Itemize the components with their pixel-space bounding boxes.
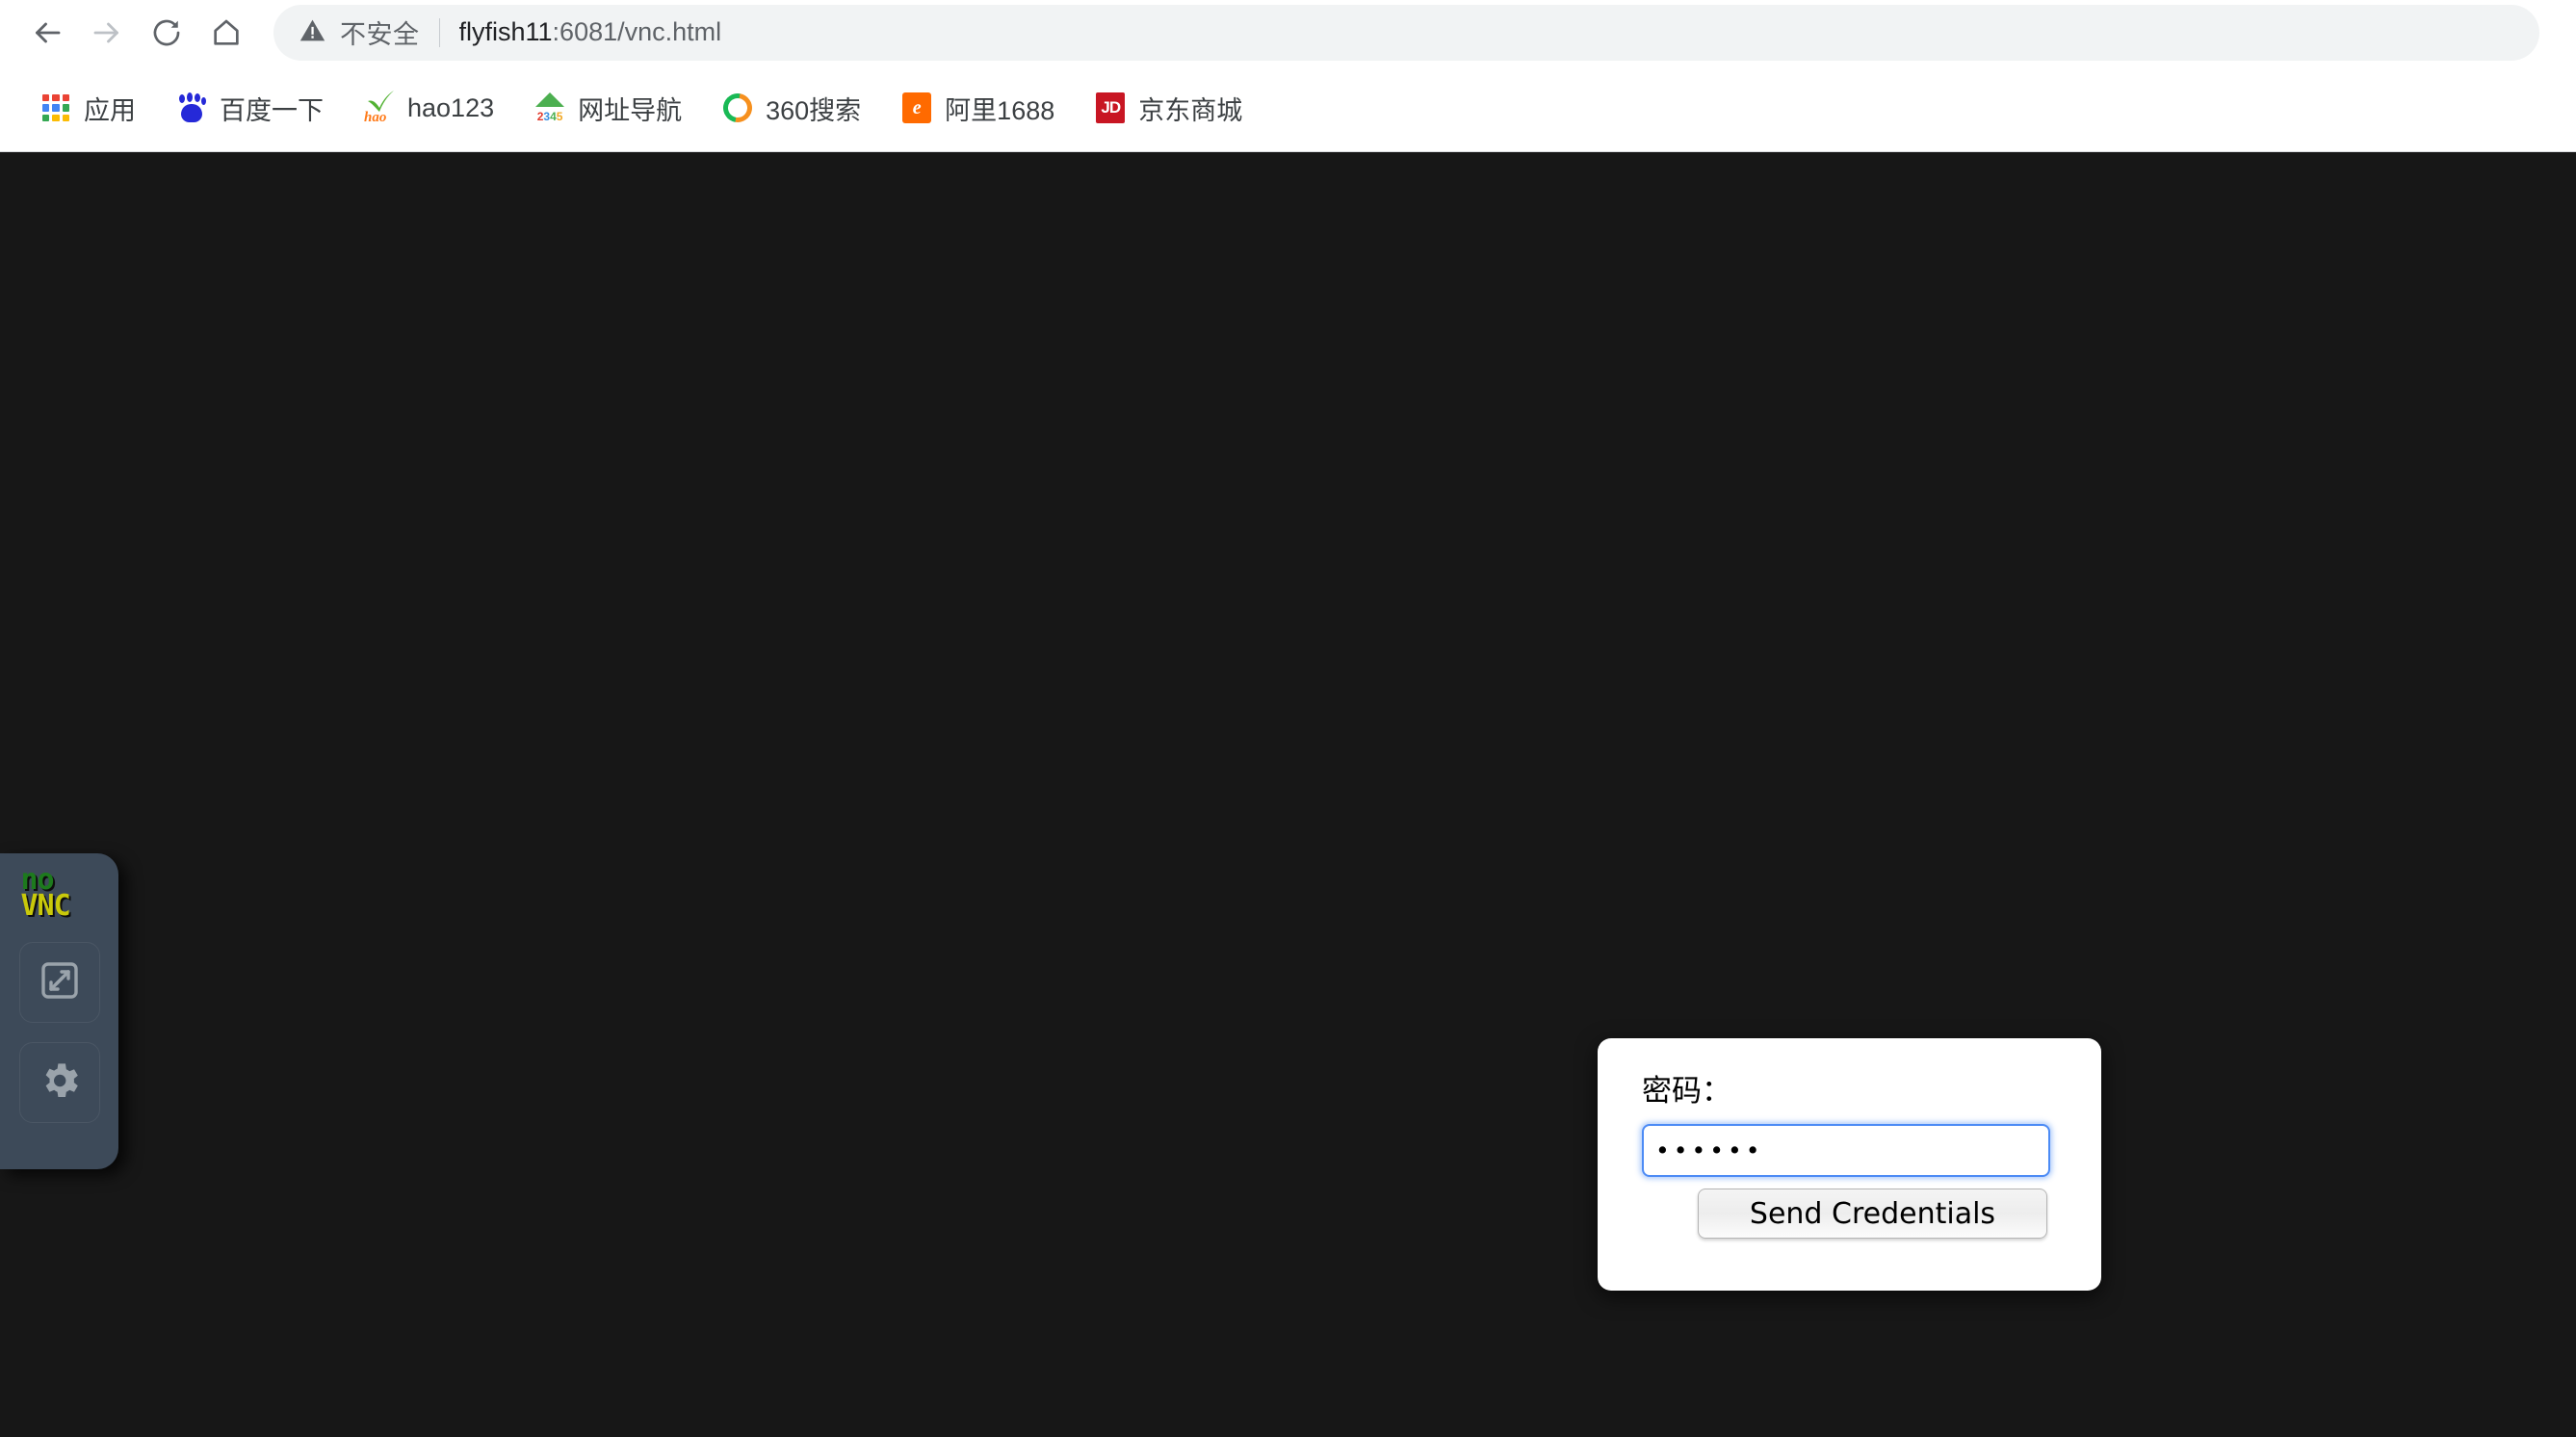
password-input[interactable] <box>1642 1124 2050 1177</box>
browser-chrome: 不安全 flyfish11:6081/vnc.html 应用 百度一下 hao … <box>0 0 2576 152</box>
novnc-logo-vnc: VNC <box>20 889 71 923</box>
bookmark-label: 应用 <box>84 95 136 125</box>
bookmark-label: 阿里1688 <box>945 95 1055 125</box>
home-icon <box>210 16 243 49</box>
gear-icon <box>37 1058 83 1109</box>
warning-triangle-icon <box>299 16 326 49</box>
url-host: flyfish11 <box>458 17 553 46</box>
bookmarks-bar: 应用 百度一下 hao hao123 2 3 4 5 网址导航 360搜索 e … <box>0 65 2576 152</box>
password-dialog: 密码： Send Credentials <box>1598 1038 2101 1291</box>
back-arrow-icon <box>30 15 65 50</box>
alibaba-icon: e <box>901 92 932 123</box>
bookmark-apps[interactable]: 应用 <box>27 79 149 137</box>
bookmark-baidu[interactable]: 百度一下 <box>163 79 337 137</box>
password-label: 密码： <box>1642 1074 1731 1109</box>
address-bar[interactable]: 不安全 flyfish11:6081/vnc.html <box>273 4 2539 61</box>
house-2345-icon: 2345 <box>534 92 565 123</box>
forward-arrow-icon <box>90 15 124 50</box>
novnc-control-panel[interactable]: no VNC <box>0 853 118 1169</box>
browser-toolbar: 不安全 flyfish11:6081/vnc.html <box>0 0 2576 65</box>
bookmark-360-search[interactable]: 360搜索 <box>709 79 874 137</box>
novnc-logo: no VNC <box>20 866 98 923</box>
bookmark-label: 网址导航 <box>578 95 683 125</box>
security-chip[interactable]: 不安全 <box>299 13 420 51</box>
fullscreen-expand-icon <box>37 957 83 1008</box>
bookmark-label: hao123 <box>407 92 495 122</box>
bookmark-label: 京东商城 <box>1138 95 1243 125</box>
reload-icon <box>150 16 183 49</box>
apps-grid-icon <box>40 92 71 123</box>
home-button[interactable] <box>196 3 256 63</box>
url-path: :6081/vnc.html <box>552 17 722 46</box>
fullscreen-button[interactable] <box>18 942 100 1023</box>
hao123-icon: hao <box>364 91 395 125</box>
bookmark-label: 百度一下 <box>220 95 324 125</box>
url-text[interactable]: flyfish11:6081/vnc.html <box>459 17 722 47</box>
baidu-paw-icon <box>176 92 207 123</box>
bookmark-label: 360搜索 <box>766 95 862 125</box>
omnibox-divider <box>438 17 440 47</box>
bookmark-hao123[interactable]: hao hao123 <box>351 79 507 137</box>
settings-button[interactable] <box>18 1042 100 1123</box>
360-circle-icon <box>717 88 759 128</box>
send-credentials-button[interactable]: Send Credentials <box>1698 1189 2047 1239</box>
bookmark-alibaba-1688[interactable]: e 阿里1688 <box>888 79 1068 137</box>
reload-button[interactable] <box>137 3 196 63</box>
security-status-text: 不安全 <box>340 20 420 49</box>
bookmark-jd[interactable]: JD 京东商城 <box>1081 79 1256 137</box>
jd-icon: JD <box>1095 92 1126 123</box>
bookmark-wangzhi-daohang[interactable]: 2345 网址导航 <box>521 79 695 137</box>
vnc-canvas[interactable]: no VNC 密码： •••••• Send Credentials <box>0 152 2576 1437</box>
forward-button[interactable] <box>77 3 137 63</box>
back-button[interactable] <box>17 3 77 63</box>
